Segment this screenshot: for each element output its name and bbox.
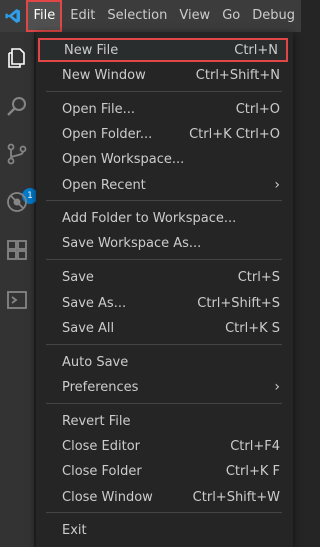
submenu-chevron-right-icon: › [274,379,280,395]
menu-item-auto-save[interactable]: Auto Save [38,350,288,374]
explorer-icon[interactable] [5,46,29,70]
menu-item-label: New Window [62,67,146,83]
menu-item-save-as[interactable]: Save As... Ctrl+Shift+S [38,291,288,315]
debug-icon[interactable] [5,190,29,214]
menu-item-exit[interactable]: Exit [38,518,288,542]
menubar: File Edit Selection View Go Debug [0,0,301,32]
menu-selection[interactable]: Selection [101,0,173,32]
menu-item-revert-file[interactable]: Revert File [38,409,288,433]
menu-debug[interactable]: Debug [246,0,301,32]
menu-item-label: Save Workspace As... [62,235,202,251]
menu-item-label: Open File... [62,101,136,117]
menu-item-shortcut: Ctrl+Shift+N [195,67,280,83]
vscode-logo-icon [0,0,26,32]
menu-item-add-folder-to-workspace[interactable]: Add Folder to Workspace... [38,206,288,230]
menu-item-new-file[interactable]: New File Ctrl+N [38,38,288,62]
menu-item-label: Close Folder [62,463,142,479]
menu-item-shortcut: Ctrl+Shift+W [192,489,280,505]
menu-item-label: Open Folder... [62,126,153,142]
menu-item-shortcut: Ctrl+O [235,101,280,117]
menu-item-label: Close Editor [62,438,141,454]
menu-item-label: Exit [62,522,87,538]
menu-separator [46,91,282,92]
menu-item-label: Auto Save [62,354,129,370]
menu-separator [46,259,282,260]
menu-separator [46,403,282,404]
menu-item-open-file[interactable]: Open File... Ctrl+O [38,97,288,121]
menu-item-label: Save All [62,320,115,336]
menu-item-shortcut: Ctrl+F4 [230,438,280,454]
submenu-chevron-right-icon: › [274,177,280,193]
menu-item-label: Preferences [62,379,139,395]
extensions-icon[interactable] [5,238,29,262]
menu-item-close-window[interactable]: Close Window Ctrl+Shift+W [38,485,288,509]
menu-view[interactable]: View [173,0,216,32]
menu-item-shortcut: Ctrl+N [234,42,278,58]
menu-separator [46,200,282,201]
terminal-icon[interactable] [5,288,29,312]
source-control-icon[interactable] [5,142,29,166]
menu-item-label: Revert File [62,413,131,429]
menu-separator [46,512,282,513]
menu-item-open-recent[interactable]: Open Recent › [38,173,288,197]
menu-item-open-workspace[interactable]: Open Workspace... [38,147,288,171]
menu-item-save[interactable]: Save Ctrl+S [38,265,288,289]
menu-item-label: Save [62,269,94,285]
menu-item-label: Open Recent [62,177,146,193]
menu-item-shortcut: Ctrl+K S [225,320,280,336]
menu-separator [46,344,282,345]
menu-item-new-window[interactable]: New Window Ctrl+Shift+N [38,63,288,87]
menu-item-label: New File [64,42,119,58]
menu-item-save-workspace-as[interactable]: Save Workspace As... [38,231,288,255]
menu-item-shortcut: Ctrl+S [237,269,280,285]
menu-item-close-editor[interactable]: Close Editor Ctrl+F4 [38,434,288,458]
menu-file[interactable]: File [26,0,63,32]
menu-item-preferences[interactable]: Preferences › [38,375,288,399]
menu-item-close-folder[interactable]: Close Folder Ctrl+K F [38,459,288,483]
menu-item-open-folder[interactable]: Open Folder... Ctrl+K Ctrl+O [38,122,288,146]
search-icon[interactable] [5,94,29,118]
menu-item-label: Open Workspace... [62,151,185,167]
file-menu: New File Ctrl+N New Window Ctrl+Shift+N … [36,32,293,547]
menu-item-shortcut: Ctrl+K Ctrl+O [189,126,280,142]
menu-item-save-all[interactable]: Save All Ctrl+K S [38,316,288,340]
menu-item-label: Add Folder to Workspace... [62,210,237,226]
menu-go[interactable]: Go [216,0,246,32]
menu-item-label: Save As... [62,295,127,311]
menu-item-shortcut: Ctrl+K F [225,463,280,479]
menu-edit[interactable]: Edit [64,0,101,32]
activity-bar: 1 [0,32,38,547]
menu-item-label: Close Window [62,489,153,505]
menu-item-shortcut: Ctrl+Shift+S [197,295,280,311]
